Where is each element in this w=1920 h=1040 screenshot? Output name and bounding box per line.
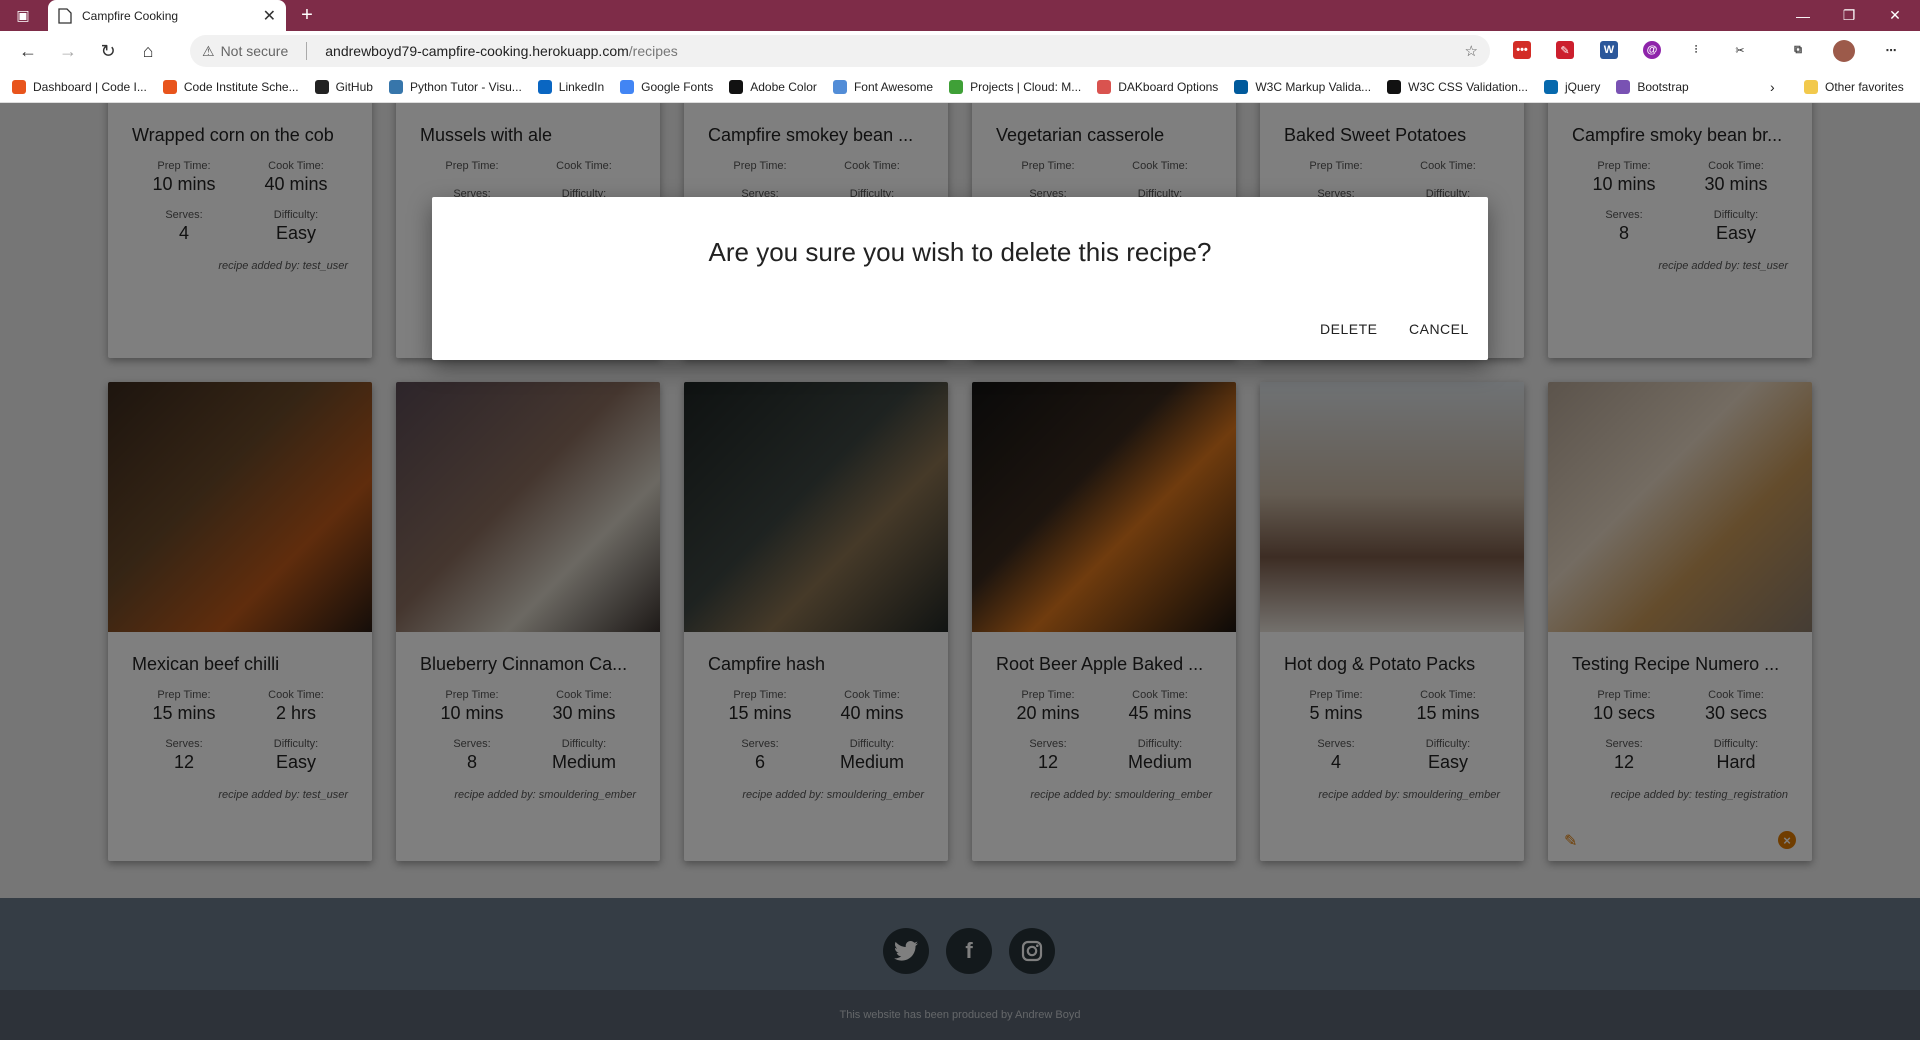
bookmark-item[interactable]: Code Institute Sche... bbox=[162, 79, 299, 94]
bookmark-icon bbox=[388, 79, 403, 94]
delete-button[interactable]: DELETE bbox=[1320, 321, 1377, 337]
url-host: andrewboyd79-campfire-cooking.herokuapp.… bbox=[325, 43, 629, 59]
reload-icon[interactable]: ↻ bbox=[88, 35, 128, 67]
bookmarks-bar: Dashboard | Code I... Code Institute Sche… bbox=[0, 71, 1920, 103]
bookmark-item[interactable]: Python Tutor - Visu... bbox=[388, 79, 522, 94]
bookmark-icon bbox=[729, 79, 744, 94]
warning-icon: ⚠ bbox=[202, 42, 215, 59]
page-icon bbox=[58, 7, 72, 24]
bookmark-item[interactable]: Projects | Cloud: M... bbox=[949, 79, 1082, 94]
modal-question: Are you sure you wish to delete this rec… bbox=[708, 237, 1212, 267]
tab-actions-icon[interactable]: ▣ bbox=[8, 0, 38, 31]
bookmark-label: Google Fonts bbox=[641, 79, 714, 94]
bookmark-item[interactable]: Google Fonts bbox=[620, 79, 714, 94]
bookmark-label: Code Institute Sche... bbox=[183, 79, 299, 94]
bookmark-label: Adobe Color bbox=[750, 79, 817, 94]
profile-avatar[interactable] bbox=[1833, 40, 1855, 62]
extension-lastpass-icon[interactable]: ••• bbox=[1513, 41, 1531, 59]
bookmark-item[interactable]: DAKboard Options bbox=[1097, 79, 1219, 94]
bookmark-label: GitHub bbox=[335, 79, 373, 94]
bookmark-item[interactable]: W3C Markup Valida... bbox=[1234, 79, 1372, 94]
bookmark-icon bbox=[314, 79, 329, 94]
bookmark-label: W3C CSS Validation... bbox=[1408, 79, 1528, 94]
tab-close-icon[interactable]: ✕ bbox=[263, 6, 276, 26]
home-icon[interactable]: ⌂ bbox=[128, 35, 168, 67]
bookmark-icon bbox=[162, 79, 177, 94]
bookmark-item[interactable]: W3C CSS Validation... bbox=[1387, 79, 1528, 94]
back-icon[interactable]: ← bbox=[8, 35, 48, 67]
address-bar[interactable]: ⚠ Not secure andrewboyd79-campfire-cooki… bbox=[190, 35, 1490, 67]
bookmark-label: LinkedIn bbox=[558, 79, 605, 94]
bookmark-icon bbox=[1387, 79, 1402, 94]
bookmark-label: Python Tutor - Visu... bbox=[409, 79, 522, 94]
bookmark-icon bbox=[1234, 79, 1249, 94]
other-favorites-label: Other favorites bbox=[1825, 79, 1904, 94]
bookmark-item[interactable]: LinkedIn bbox=[537, 79, 605, 94]
extension-word-icon[interactable]: W bbox=[1600, 41, 1618, 59]
browser-navbar: ← → ↻ ⌂ ⚠ Not secure andrewboyd79-campfi… bbox=[0, 31, 1920, 71]
minimize-icon[interactable]: — bbox=[1780, 0, 1826, 31]
recipes-page: Wrapped corn on the cobPrep Time:10 mins… bbox=[0, 103, 1920, 1040]
bookmark-icon bbox=[832, 79, 847, 94]
bookmark-item[interactable]: Adobe Color bbox=[729, 79, 817, 94]
bookmark-item[interactable]: Dashboard | Code I... bbox=[12, 79, 147, 94]
new-tab-button[interactable]: + bbox=[292, 0, 322, 31]
more-menu-icon[interactable]: ⋯ bbox=[1882, 41, 1900, 59]
bookmark-icon bbox=[537, 79, 552, 94]
bookmark-icon bbox=[12, 79, 26, 94]
bookmark-label: Dashboard | Code I... bbox=[33, 79, 147, 94]
restore-icon[interactable]: ❐ bbox=[1826, 0, 1872, 31]
divider bbox=[306, 42, 308, 60]
bookmark-label: jQuery bbox=[1564, 79, 1601, 94]
bookmark-icon bbox=[620, 79, 635, 94]
folder-icon bbox=[1804, 79, 1818, 94]
favorite-star-icon[interactable]: ☆ bbox=[1465, 42, 1478, 60]
bookmark-label: Font Awesome bbox=[853, 79, 934, 94]
bookmark-icon bbox=[1616, 79, 1631, 94]
browser-tab[interactable]: Campfire Cooking ✕ bbox=[48, 0, 286, 31]
collections-icon[interactable]: ⧉ bbox=[1789, 41, 1807, 59]
delete-confirm-modal: Are you sure you wish to delete this rec… bbox=[432, 197, 1488, 360]
bookmark-icon bbox=[949, 79, 964, 94]
extension-sliders-icon[interactable]: ⫶ bbox=[1687, 41, 1705, 59]
bookmark-item[interactable]: Bootstrap bbox=[1616, 79, 1689, 94]
extension-purple-icon[interactable]: @ bbox=[1643, 41, 1661, 59]
forward-icon[interactable]: → bbox=[48, 35, 88, 67]
bookmark-label: DAKboard Options bbox=[1118, 79, 1219, 94]
bookmark-label: Projects | Cloud: M... bbox=[970, 79, 1082, 94]
bookmarks-more-icon[interactable]: › bbox=[1770, 79, 1775, 95]
bookmark-icon bbox=[1097, 79, 1112, 94]
url-path: /recipes bbox=[628, 43, 678, 59]
bookmark-item[interactable]: jQuery bbox=[1543, 79, 1601, 94]
browser-titlebar: ▣ Campfire Cooking ✕ + — ❐ ✕ bbox=[0, 0, 1920, 31]
bookmark-icon bbox=[1543, 79, 1558, 94]
cancel-button[interactable]: CANCEL bbox=[1409, 321, 1469, 337]
bookmark-item[interactable]: Font Awesome bbox=[832, 79, 934, 94]
other-favorites[interactable]: Other favorites bbox=[1804, 79, 1904, 94]
bookmark-label: W3C Markup Valida... bbox=[1255, 79, 1372, 94]
extension-edit-icon[interactable]: ✎ bbox=[1556, 41, 1574, 59]
not-secure-label: Not secure bbox=[220, 43, 289, 59]
tab-title: Campfire Cooking bbox=[82, 8, 179, 23]
close-window-icon[interactable]: ✕ bbox=[1872, 0, 1918, 31]
bookmark-label: Bootstrap bbox=[1637, 79, 1689, 94]
bookmark-item[interactable]: GitHub bbox=[314, 79, 373, 94]
extension-tools-icon[interactable]: ✂ bbox=[1731, 41, 1749, 59]
